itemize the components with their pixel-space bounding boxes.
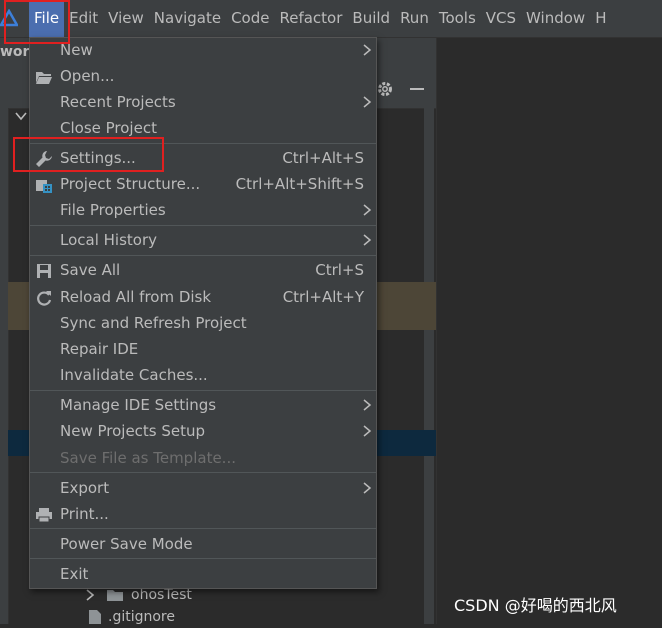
submenu-arrow-icon	[363, 234, 372, 246]
submenu-arrow-icon	[363, 204, 372, 216]
tree-item-gitignore[interactable]: .gitignore	[88, 606, 175, 628]
menu-tools[interactable]: Tools	[434, 0, 481, 37]
menu-item-reload-all[interactable]: Reload All from Disk Ctrl+Alt+Y	[30, 285, 376, 311]
folder-open-icon	[36, 72, 52, 84]
submenu-arrow-icon	[363, 96, 372, 108]
tree-item-label: ohosTest	[131, 587, 192, 603]
submenu-arrow-icon	[363, 44, 372, 56]
chevron-right-icon[interactable]	[84, 589, 96, 601]
left-tool-stripe	[0, 68, 9, 624]
file-icon	[89, 610, 101, 624]
menu-separator	[30, 558, 376, 559]
chevron-down-icon[interactable]	[14, 109, 28, 123]
menu-window[interactable]: Window	[521, 0, 590, 37]
menu-item-export[interactable]: Export	[30, 476, 376, 502]
menu-refactor[interactable]: Refactor	[274, 0, 347, 37]
watermark: CSDN @好喝的西北风	[454, 596, 617, 615]
print-icon	[36, 508, 52, 523]
submenu-arrow-icon	[363, 482, 372, 494]
menu-item-save-all[interactable]: Save All Ctrl+S	[30, 258, 376, 284]
menu-separator	[30, 528, 376, 529]
menu-vcs[interactable]: VCS	[481, 0, 521, 37]
menu-item-invalidate-caches[interactable]: Invalidate Caches...	[30, 363, 376, 389]
minimize-icon[interactable]	[410, 88, 424, 90]
tree-item-label: .gitignore	[108, 609, 175, 625]
menu-item-open[interactable]: Open...	[30, 64, 376, 90]
submenu-arrow-icon	[363, 425, 372, 437]
reload-icon	[37, 291, 52, 306]
menu-item-file-properties[interactable]: File Properties	[30, 198, 376, 224]
menu-navigate[interactable]: Navigate	[149, 0, 226, 37]
menu-item-project-structure[interactable]: Project Structure... Ctrl+Alt+Shift+S	[30, 172, 376, 198]
shortcut-label: Ctrl+Alt+S	[282, 149, 364, 167]
shortcut-label: Ctrl+Alt+Y	[282, 288, 364, 306]
file-menu: New Open... Recent Projects Close Projec…	[29, 37, 377, 589]
project-structure-icon	[36, 180, 52, 193]
menu-item-local-history[interactable]: Local History	[30, 228, 376, 254]
menu-code[interactable]: Code	[226, 0, 274, 37]
menu-view[interactable]: View	[103, 0, 149, 37]
menu-item-repair-ide[interactable]: Repair IDE	[30, 337, 376, 363]
shortcut-label: Ctrl+Alt+Shift+S	[235, 175, 364, 193]
menu-separator	[30, 255, 376, 256]
menu-item-sync-refresh[interactable]: Sync and Refresh Project	[30, 311, 376, 337]
menu-item-new[interactable]: New	[30, 38, 376, 64]
menu-item-exit[interactable]: Exit	[30, 562, 376, 588]
menu-separator	[30, 472, 376, 473]
menu-item-manage-ide-settings[interactable]: Manage IDE Settings	[30, 393, 376, 419]
menu-bar: File Edit View Navigate Code Refactor Bu…	[0, 0, 662, 38]
menu-item-power-save-mode[interactable]: Power Save Mode	[30, 532, 376, 558]
menu-separator	[30, 225, 376, 226]
menu-item-new-projects-setup[interactable]: New Projects Setup	[30, 419, 376, 445]
annotation-settings	[13, 137, 164, 172]
menu-item-recent-projects[interactable]: Recent Projects	[30, 90, 376, 116]
menu-build[interactable]: Build	[347, 0, 395, 37]
scrollbar[interactable]	[424, 108, 434, 624]
menu-run[interactable]: Run	[395, 0, 434, 37]
menu-item-print[interactable]: Print...	[30, 502, 376, 528]
folder-icon	[107, 590, 123, 601]
menu-help[interactable]: H	[590, 0, 611, 37]
submenu-arrow-icon	[363, 399, 372, 411]
menu-item-save-file-as-template: Save File as Template...	[60, 449, 236, 467]
menu-separator	[30, 390, 376, 391]
editor-area[interactable]	[436, 38, 662, 624]
shortcut-label: Ctrl+S	[315, 261, 364, 279]
annotation-file-menu	[4, 0, 70, 44]
save-icon	[37, 264, 51, 278]
gear-icon[interactable]	[376, 80, 394, 98]
